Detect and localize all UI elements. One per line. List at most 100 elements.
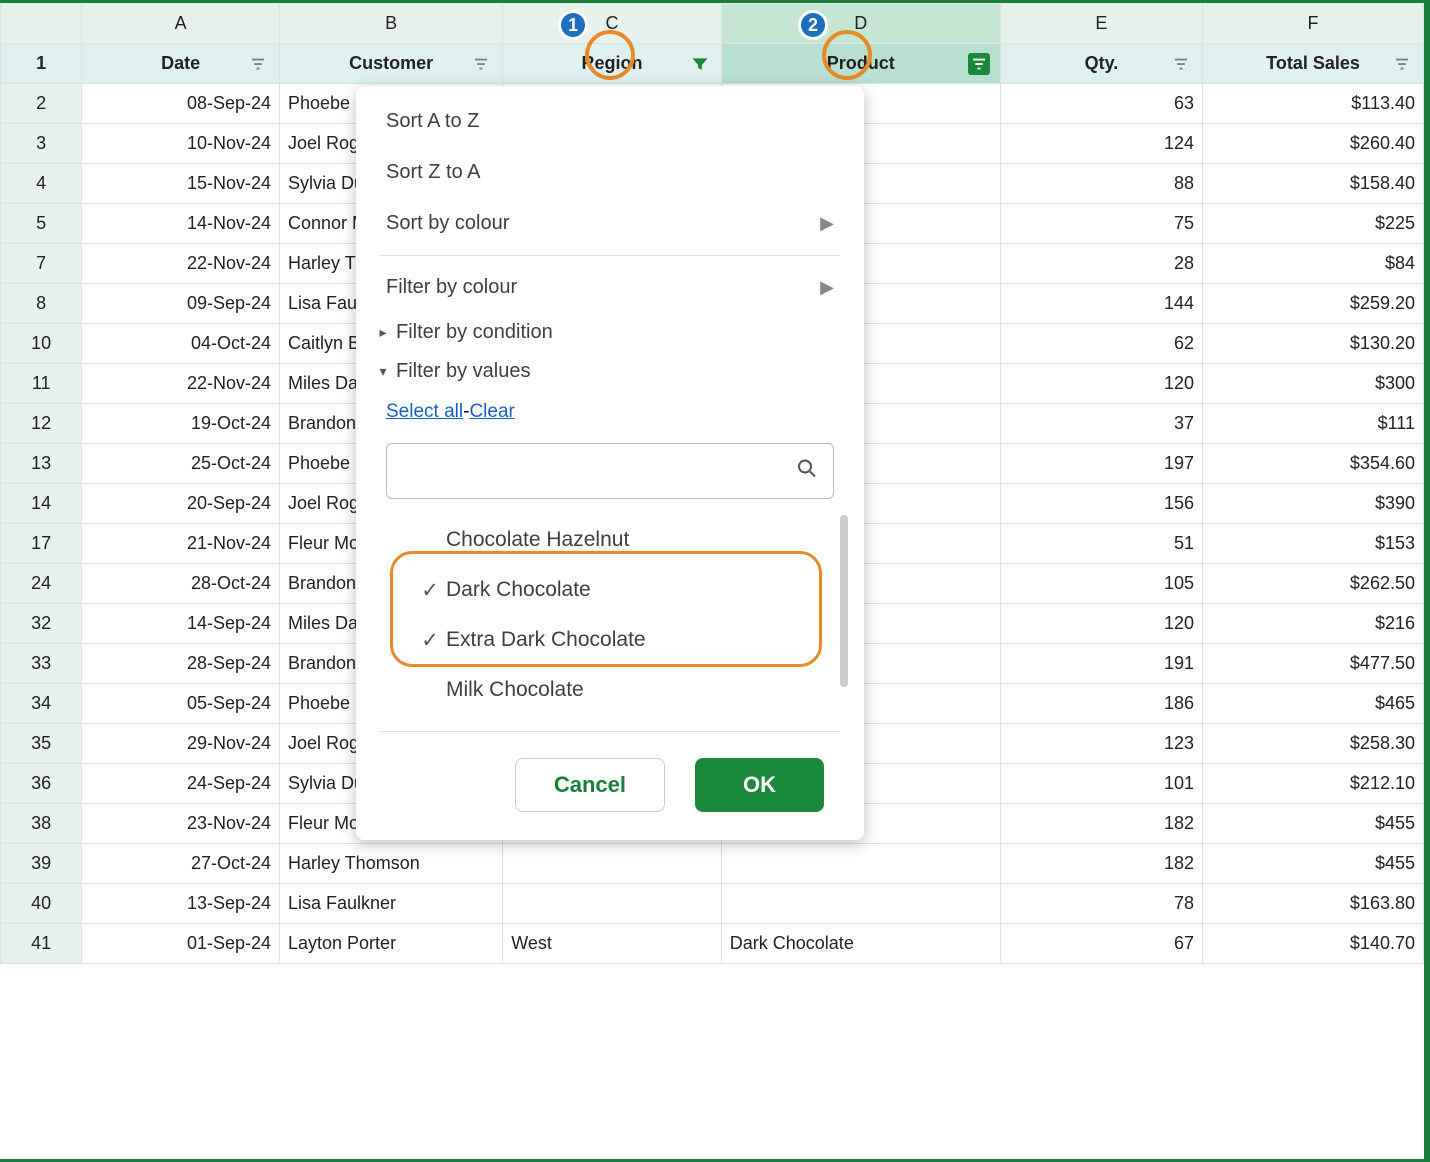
filter-value-item[interactable]: ✓Extra Dark Chocolate [414,615,824,665]
row-number[interactable]: 33 [1,644,82,684]
cell-qty[interactable]: 37 [1000,404,1202,444]
cell-customer[interactable]: Layton Porter [280,924,503,964]
cell-qty[interactable]: 197 [1000,444,1202,484]
sort-z-a[interactable]: Sort Z to A [356,147,864,198]
cell-qty[interactable]: 144 [1000,284,1202,324]
cell-date[interactable]: 23-Nov-24 [82,804,280,844]
cell-qty[interactable]: 67 [1000,924,1202,964]
cell-qty[interactable]: 124 [1000,124,1202,164]
cell-date[interactable]: 28-Sep-24 [82,644,280,684]
cell-date[interactable]: 04-Oct-24 [82,324,280,364]
cell-product[interactable] [721,884,1000,924]
cell-qty[interactable]: 156 [1000,484,1202,524]
filter-by-condition[interactable]: ▸ Filter by condition [356,313,864,352]
cell-total[interactable]: $225 [1203,204,1424,244]
cell-date[interactable]: 21-Nov-24 [82,524,280,564]
cell-date[interactable]: 22-Nov-24 [82,244,280,284]
cancel-button[interactable]: Cancel [515,758,665,812]
cell-customer[interactable]: Lisa Faulkner [280,884,503,924]
cell-date[interactable]: 24-Sep-24 [82,764,280,804]
row-number[interactable]: 38 [1,804,82,844]
cell-date[interactable]: 22-Nov-24 [82,364,280,404]
cell-qty[interactable]: 182 [1000,804,1202,844]
cell-qty[interactable]: 63 [1000,84,1202,124]
cell-product[interactable] [721,844,1000,884]
cell-total[interactable]: $259.20 [1203,284,1424,324]
filter-icon[interactable] [247,53,269,75]
row-number[interactable]: 12 [1,404,82,444]
cell-date[interactable]: 19-Oct-24 [82,404,280,444]
funnel-icon[interactable] [689,53,711,75]
cell-total[interactable]: $158.40 [1203,164,1424,204]
cell-date[interactable]: 14-Nov-24 [82,204,280,244]
cell-date[interactable]: 28-Oct-24 [82,564,280,604]
row-number[interactable]: 7 [1,244,82,284]
select-all-cell[interactable] [1,4,82,44]
cell-total[interactable]: $354.60 [1203,444,1424,484]
cell-total[interactable]: $477.50 [1203,644,1424,684]
cell-customer[interactable]: Harley Thomson [280,844,503,884]
cell-region[interactable] [503,884,722,924]
filter-value-item[interactable]: ✓Dark Chocolate [414,565,824,615]
cell-date[interactable]: 01-Sep-24 [82,924,280,964]
cell-total[interactable]: $84 [1203,244,1424,284]
cell-qty[interactable]: 120 [1000,604,1202,644]
col-B[interactable]: B [280,4,503,44]
row-number[interactable]: 14 [1,484,82,524]
filter-value-item[interactable]: Chocolate Hazelnut [414,515,824,565]
cell-qty[interactable]: 78 [1000,884,1202,924]
row-number[interactable]: 34 [1,684,82,724]
row-number[interactable]: 17 [1,524,82,564]
clear-link[interactable]: Clear [469,401,514,422]
cell-date[interactable]: 10-Nov-24 [82,124,280,164]
filter-by-colour[interactable]: Filter by colour ▶ [356,262,864,313]
row-number[interactable]: 36 [1,764,82,804]
sort-by-colour[interactable]: Sort by colour ▶ [356,198,864,249]
row-number[interactable]: 35 [1,724,82,764]
filter-icon[interactable] [1170,53,1192,75]
cell-qty[interactable]: 191 [1000,644,1202,684]
row-number[interactable]: 3 [1,124,82,164]
cell-qty[interactable]: 28 [1000,244,1202,284]
cell-region[interactable]: West [503,924,722,964]
cell-date[interactable]: 13-Sep-24 [82,884,280,924]
row-number[interactable]: 4 [1,164,82,204]
col-E[interactable]: E [1000,4,1202,44]
sort-a-z[interactable]: Sort A to Z [356,96,864,147]
filter-value-item[interactable]: Milk Chocolate [414,665,824,715]
cell-qty[interactable]: 182 [1000,844,1202,884]
filter-search[interactable] [386,443,834,499]
cell-total[interactable]: $163.80 [1203,884,1424,924]
cell-region[interactable] [503,844,722,884]
col-D[interactable]: D [721,4,1000,44]
col-A[interactable]: A [82,4,280,44]
row-number[interactable]: 5 [1,204,82,244]
cell-qty[interactable]: 101 [1000,764,1202,804]
row-number[interactable]: 39 [1,844,82,884]
scrollbar[interactable] [840,515,848,687]
filter-search-input[interactable] [401,460,783,483]
cell-total[interactable]: $111 [1203,404,1424,444]
cell-total[interactable]: $455 [1203,844,1424,884]
cell-date[interactable]: 14-Sep-24 [82,604,280,644]
row-number[interactable]: 8 [1,284,82,324]
cell-date[interactable]: 09-Sep-24 [82,284,280,324]
row-1[interactable]: 1 [1,44,82,84]
cell-total[interactable]: $260.40 [1203,124,1424,164]
cell-qty[interactable]: 123 [1000,724,1202,764]
col-F[interactable]: F [1203,4,1424,44]
row-number[interactable]: 32 [1,604,82,644]
col-C[interactable]: C [503,4,722,44]
cell-total[interactable]: $258.30 [1203,724,1424,764]
cell-date[interactable]: 20-Sep-24 [82,484,280,524]
cell-qty[interactable]: 75 [1000,204,1202,244]
cell-total[interactable]: $212.10 [1203,764,1424,804]
select-all-link[interactable]: Select all [386,401,463,422]
filter-by-values[interactable]: ▾ Filter by values [356,352,864,391]
cell-total[interactable]: $130.20 [1203,324,1424,364]
ok-button[interactable]: OK [695,758,824,812]
cell-total[interactable]: $300 [1203,364,1424,404]
cell-total[interactable]: $216 [1203,604,1424,644]
filter-icon[interactable] [470,53,492,75]
cell-product[interactable]: Dark Chocolate [721,924,1000,964]
